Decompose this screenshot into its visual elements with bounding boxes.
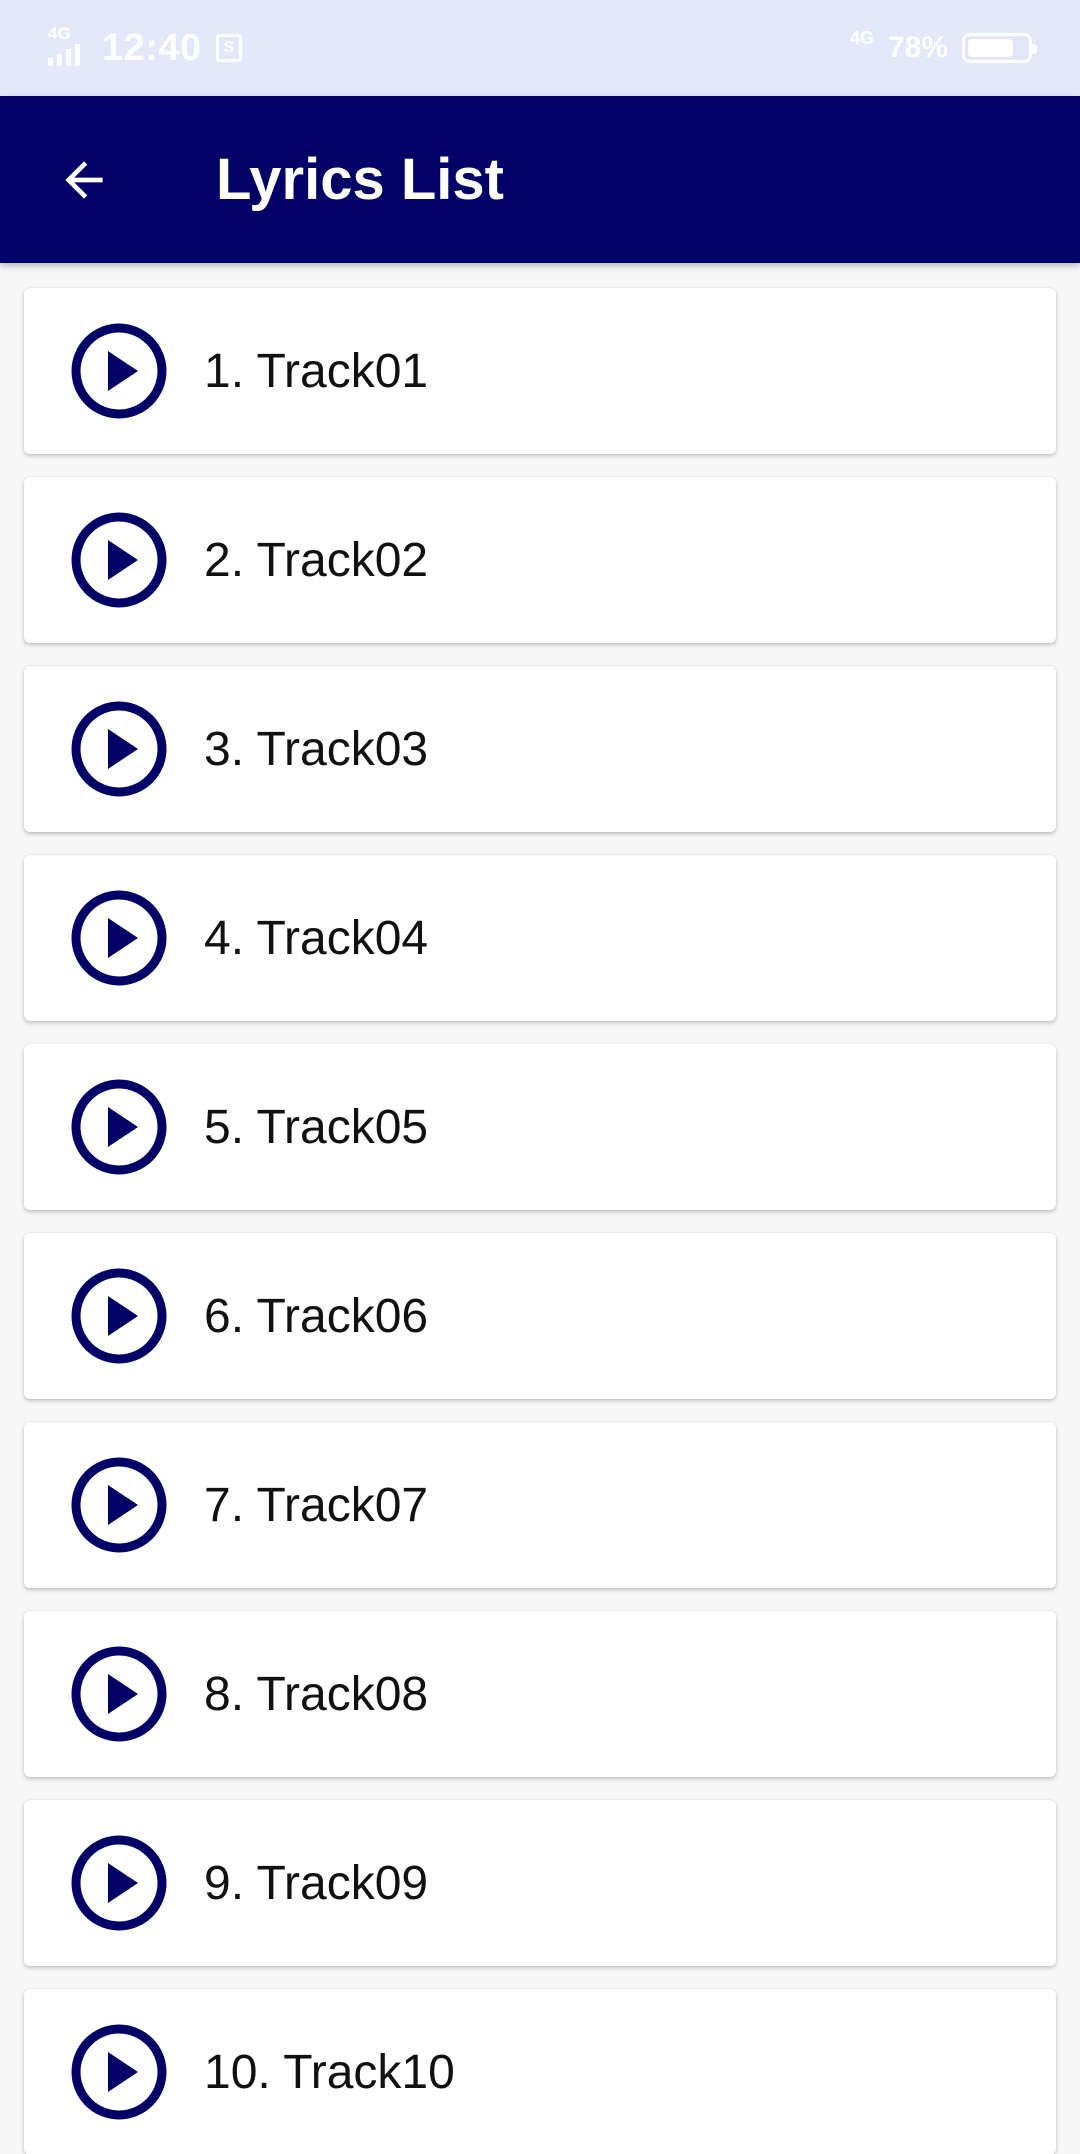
network-type-label: 4G xyxy=(48,24,71,43)
app-bar: Lyrics List xyxy=(0,96,1080,263)
play-circle-icon[interactable] xyxy=(70,1456,168,1554)
play-circle-icon[interactable] xyxy=(70,322,168,420)
track-card-3[interactable]: 3. Track03 xyxy=(24,666,1056,832)
play-circle-icon[interactable] xyxy=(70,1645,168,1743)
track-card-1[interactable]: 1. Track01 xyxy=(24,288,1056,454)
battery-fill xyxy=(968,39,1014,57)
back-button[interactable] xyxy=(36,132,132,228)
track-label: 10. Track10 xyxy=(204,2045,455,2099)
track-card-7[interactable]: 7. Track07 xyxy=(24,1422,1056,1588)
play-circle-icon[interactable] xyxy=(70,2023,168,2121)
play-circle-icon[interactable] xyxy=(70,1078,168,1176)
s-notification-icon: S xyxy=(215,34,242,62)
track-label: 2. Track02 xyxy=(204,533,429,587)
clock: 12:40 xyxy=(102,26,202,69)
track-label: 6. Track06 xyxy=(204,1289,429,1343)
track-label: 7. Track07 xyxy=(204,1478,429,1532)
track-card-2[interactable]: 2. Track02 xyxy=(24,477,1056,643)
track-card-6[interactable]: 6. Track06 xyxy=(24,1233,1056,1399)
play-circle-icon[interactable] xyxy=(70,511,168,609)
battery-icon xyxy=(962,33,1037,63)
status-left: 4G 12:40 S xyxy=(48,24,242,70)
status-bar: 4G 12:40 S 4G 78% xyxy=(0,0,1080,96)
status-right: 4G 78% xyxy=(849,27,1037,65)
track-card-8[interactable]: 8. Track08 xyxy=(24,1611,1056,1777)
track-label: 1. Track01 xyxy=(204,344,429,398)
battery-percent: 78% xyxy=(887,31,948,64)
arrow-left-icon xyxy=(65,160,103,199)
page-title: Lyrics List xyxy=(216,147,504,212)
track-label: 5. Track05 xyxy=(204,1100,429,1154)
play-circle-icon[interactable] xyxy=(70,1267,168,1365)
signal-icon: 4G xyxy=(48,24,88,68)
track-card-10[interactable]: 10. Track10 xyxy=(24,1989,1056,2154)
track-label: 4. Track04 xyxy=(204,911,429,965)
play-circle-icon[interactable] xyxy=(70,700,168,798)
track-label: 9. Track09 xyxy=(204,1856,429,1910)
track-card-9[interactable]: 9. Track09 xyxy=(24,1800,1056,1966)
track-label: 3. Track03 xyxy=(204,722,429,776)
lyrics-list[interactable]: 1. Track01 2. Track02 3. Track03 4. Trac… xyxy=(0,263,1080,2154)
network-type-label-right: 4G xyxy=(849,27,874,48)
play-circle-icon[interactable] xyxy=(70,889,168,987)
track-card-4[interactable]: 4. Track04 xyxy=(24,855,1056,1021)
play-circle-icon[interactable] xyxy=(70,1834,168,1932)
track-label: 8. Track08 xyxy=(204,1667,429,1721)
track-card-5[interactable]: 5. Track05 xyxy=(24,1044,1056,1210)
